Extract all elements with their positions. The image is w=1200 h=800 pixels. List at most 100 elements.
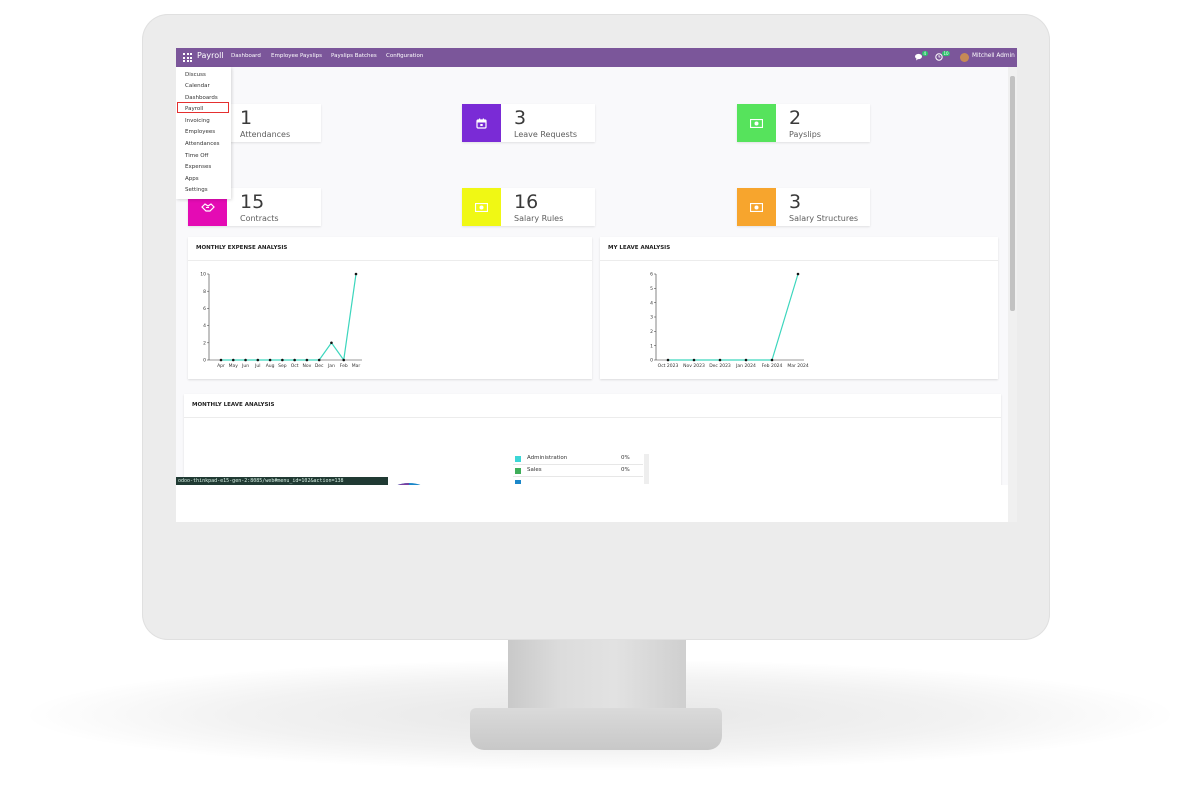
app-menu-attendances[interactable]: Attendances — [185, 141, 219, 147]
x-tick-label: Jun — [241, 363, 249, 369]
data-point — [718, 358, 722, 362]
legend-swatch — [515, 468, 521, 474]
leave-line-chart: 0 1 2 3 4 5 6 Oct 2023 Nov 2023 Dec 2023 Jan 2024 F… — [650, 272, 809, 369]
data-point — [342, 358, 346, 362]
x-tick-label: Feb — [340, 363, 348, 369]
menu-employee-payslips[interactable]: Employee Payslips — [271, 53, 322, 59]
legend-value: 0% — [621, 467, 630, 473]
x-tick-label: Apr — [217, 363, 225, 369]
app-menu-expenses[interactable]: Expenses — [185, 164, 211, 170]
tile-label: Salary Structures — [789, 214, 859, 223]
series-line — [221, 273, 357, 362]
y-tick-label: 2 — [203, 340, 206, 346]
activity-badge: 10 — [942, 51, 951, 56]
user-name[interactable]: Mitchell Admin — [972, 53, 1015, 59]
y-tick-label: 6 — [203, 306, 206, 312]
x-tick-label: Jan — [327, 363, 335, 369]
data-point — [281, 358, 284, 362]
tile-value: 15 — [240, 191, 265, 213]
data-point — [293, 358, 296, 362]
tile-label: Payslips — [789, 130, 821, 139]
apps-grid-icon[interactable] — [183, 53, 192, 62]
money-icon — [737, 188, 776, 226]
y-tick-label: 8 — [203, 289, 206, 295]
x-tick-label: Mar 2024 — [787, 363, 809, 369]
legend-scrollbar[interactable] — [644, 454, 649, 484]
y-tick-label: 4 — [203, 323, 206, 329]
data-point — [666, 358, 670, 362]
x-tick-label: Mar — [352, 363, 361, 369]
tile-value: 3 — [789, 191, 802, 213]
tile-label: Salary Rules — [514, 214, 564, 223]
data-point — [256, 358, 260, 362]
monitor-stand-neck — [508, 636, 686, 716]
y-tick-label: 10 — [200, 272, 206, 278]
x-tick-label: Nov 2023 — [683, 363, 705, 369]
legend-swatch — [515, 456, 521, 462]
app-screen: Payroll Dashboard Employee Payslips Pays… — [176, 48, 1017, 522]
legend-name: Sales — [527, 467, 542, 473]
data-point — [317, 358, 321, 362]
y-tick-label: 6 — [650, 272, 653, 278]
card-title: MONTHLY LEAVE ANALYSIS — [192, 402, 275, 408]
y-tick-label: 5 — [650, 286, 653, 292]
app-menu-apps[interactable]: Apps — [185, 176, 199, 182]
legend-swatch — [515, 480, 521, 484]
y-tick-label: 0 — [650, 358, 653, 364]
monitor-stand-foot — [470, 708, 722, 750]
top-navbar: Payroll Dashboard Employee Payslips Pays… — [176, 48, 1017, 67]
x-tick-label: Nov — [303, 363, 312, 369]
legend-item[interactable] — [513, 478, 643, 484]
data-point — [692, 358, 696, 362]
data-point — [244, 358, 247, 362]
menu-configuration[interactable]: Configuration — [386, 53, 423, 59]
chat-badge: 4 — [922, 51, 928, 56]
legend-item[interactable]: Administration 0% — [513, 454, 643, 465]
x-tick-label: Oct — [291, 363, 299, 369]
avatar[interactable] — [960, 53, 969, 62]
data-point — [219, 358, 223, 362]
menu-payslips-batches[interactable]: Payslips Batches — [331, 53, 377, 59]
legend-value: 0% — [621, 455, 630, 461]
data-point — [744, 358, 748, 362]
tile-salary-rules[interactable]: 16 Salary Rules — [462, 188, 595, 226]
tile-label: Contracts — [240, 214, 279, 223]
app-menu-time-off[interactable]: Time Off — [185, 153, 208, 159]
page-scrollbar-thumb[interactable] — [1010, 76, 1015, 311]
app-menu-dashboards[interactable]: Dashboards — [185, 95, 218, 101]
app-menu-invoicing[interactable]: Invoicing — [185, 118, 210, 124]
tile-leave-requests[interactable]: 3 Leave Requests — [462, 104, 595, 142]
data-point — [305, 358, 309, 362]
app-menu-discuss[interactable]: Discuss — [185, 72, 206, 78]
tile-payslips[interactable]: 2 Payslips — [737, 104, 870, 142]
money-icon — [737, 104, 776, 142]
x-tick-label: Sep — [278, 363, 287, 369]
data-point — [268, 358, 272, 362]
menu-dashboard[interactable]: Dashboard — [231, 53, 261, 59]
tile-salary-structures[interactable]: 3 Salary Structures — [737, 188, 870, 226]
app-menu-employees[interactable]: Employees — [185, 129, 215, 135]
legend-item[interactable]: Sales 0% — [513, 466, 643, 477]
calendar-icon — [462, 104, 501, 142]
monthly-expense-card: MONTHLY EXPENSE ANALYSIS 0 2 4 6 8 10 Apr May Ju… — [188, 237, 592, 379]
series-line — [668, 273, 799, 361]
y-tick-label: 3 — [650, 315, 653, 321]
data-point — [330, 341, 333, 345]
data-point — [770, 358, 774, 362]
y-tick-label: 0 — [203, 358, 206, 364]
money-icon — [462, 188, 501, 226]
x-tick-label: Dec — [315, 363, 324, 369]
tile-value: 3 — [514, 107, 527, 129]
legend-name: Administration — [527, 455, 568, 461]
x-tick-label: Oct 2023 — [658, 363, 679, 369]
x-tick-label: May — [229, 363, 239, 369]
y-tick-label: 1 — [650, 343, 653, 349]
expense-line-chart: 0 2 4 6 8 10 Apr May Jun Jul Aug Sep Oct Nov Dec Jan Feb… — [200, 272, 362, 369]
y-tick-label: 2 — [650, 329, 653, 335]
app-menu-calendar[interactable]: Calendar — [185, 83, 210, 89]
app-menu-payroll[interactable]: Payroll — [185, 106, 203, 112]
app-menu-settings[interactable]: Settings — [185, 187, 208, 193]
page-bottom — [176, 485, 1017, 522]
app-brand[interactable]: Payroll — [197, 51, 224, 60]
tile-value: 16 — [514, 191, 539, 213]
